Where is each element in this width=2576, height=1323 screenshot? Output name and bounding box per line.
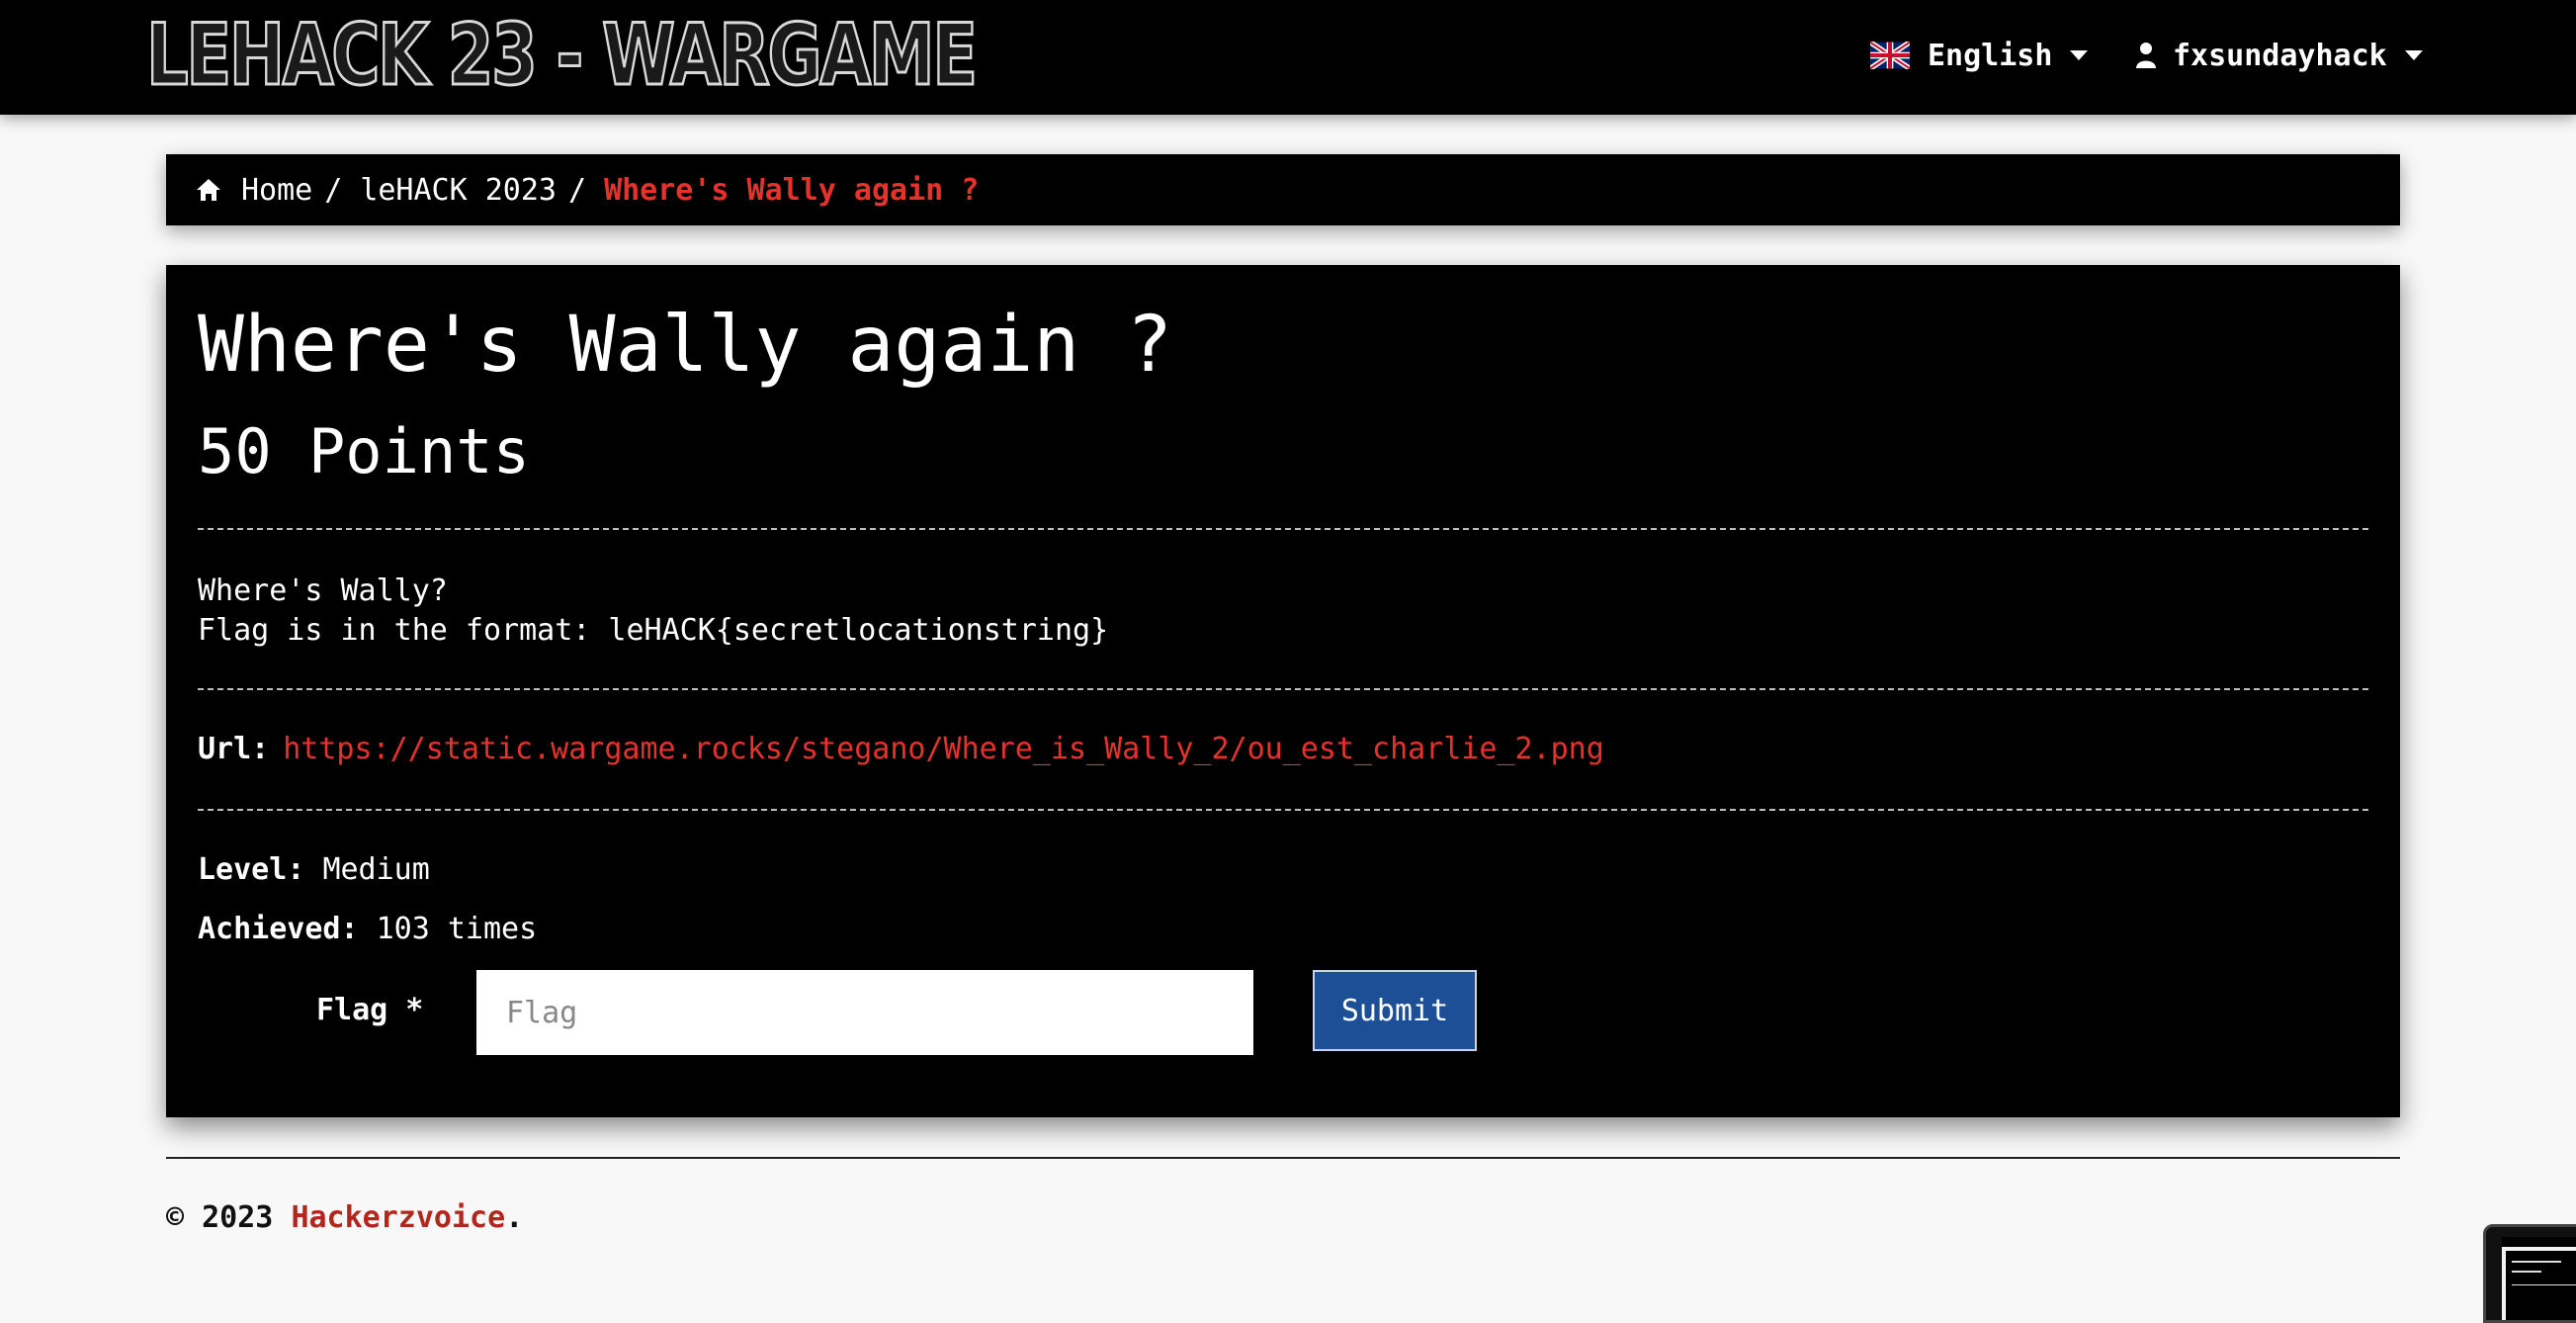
achieved-label: Achieved: bbox=[198, 912, 359, 946]
challenge-description: Where's Wally? Flag is in the format: le… bbox=[198, 572, 1108, 651]
challenge-points: 50 Points bbox=[198, 415, 530, 487]
home-icon bbox=[197, 179, 220, 201]
thumbnail-line bbox=[2512, 1271, 2541, 1273]
thumbnail-navbar bbox=[2502, 1237, 2576, 1247]
divider bbox=[198, 528, 2368, 530]
site-logo[interactable]: LEHACK 23 - WARGAME bbox=[145, 5, 979, 107]
user-icon bbox=[2136, 43, 2156, 68]
thumbnail-preview bbox=[2502, 1237, 2576, 1320]
screenshot-thumbnail[interactable] bbox=[2483, 1224, 2576, 1323]
flag-input[interactable] bbox=[476, 970, 1253, 1055]
divider bbox=[198, 809, 2368, 811]
breadcrumb-home-link[interactable]: Home bbox=[241, 173, 312, 208]
caret-down-icon bbox=[2404, 50, 2423, 60]
footer-company-link[interactable]: Hackerzvoice bbox=[291, 1200, 505, 1235]
top-navbar: LEHACK 23 - WARGAME English fxsundayhack bbox=[0, 0, 2576, 115]
thumbnail-line bbox=[2512, 1284, 2576, 1285]
language-dropdown[interactable]: English bbox=[1870, 0, 2089, 111]
caret-down-icon bbox=[2070, 50, 2089, 60]
username-label: fxsundayhack bbox=[2173, 38, 2387, 73]
url-label: Url: bbox=[198, 732, 270, 766]
challenge-card: Where's Wally again ? 50 Points Where's … bbox=[166, 265, 2400, 1117]
challenge-achieved-row: Achieved: 103 times bbox=[198, 912, 537, 946]
description-line-2: Flag is in the format: leHACK{secretloca… bbox=[198, 613, 1109, 648]
footer: © 2023 Hackerzvoice. bbox=[166, 1200, 523, 1235]
achieved-value: 103 times bbox=[376, 912, 538, 946]
footer-divider bbox=[166, 1157, 2400, 1159]
language-label: English bbox=[1928, 38, 2053, 73]
breadcrumb-separator: / bbox=[324, 172, 343, 208]
uk-flag-icon bbox=[1870, 42, 1910, 69]
thumbnail-card bbox=[2506, 1251, 2576, 1320]
breadcrumb-current: Where's Wally again ? bbox=[604, 172, 980, 208]
level-value: Medium bbox=[322, 852, 430, 887]
level-label: Level: bbox=[198, 852, 305, 887]
challenge-url-row: Url: https://static.wargame.rocks/stegano… bbox=[198, 732, 1604, 766]
submit-button[interactable]: Submit bbox=[1313, 970, 1477, 1051]
challenge-url-link[interactable]: https://static.wargame.rocks/stegano/Whe… bbox=[283, 732, 1604, 766]
footer-copyright: © 2023 bbox=[166, 1200, 274, 1235]
breadcrumb: Home / leHACK 2023 / Where's Wally again… bbox=[166, 154, 2400, 225]
thumbnail-line bbox=[2512, 1261, 2561, 1263]
breadcrumb-section-link[interactable]: leHACK 2023 bbox=[360, 173, 557, 208]
user-dropdown[interactable]: fxsundayhack bbox=[2135, 0, 2423, 111]
challenge-title: Where's Wally again ? bbox=[198, 301, 1173, 390]
footer-suffix: . bbox=[505, 1200, 524, 1235]
challenge-level-row: Level: Medium bbox=[198, 852, 430, 887]
breadcrumb-separator: / bbox=[568, 172, 587, 208]
divider bbox=[198, 688, 2368, 690]
description-line-1: Where's Wally? bbox=[198, 573, 448, 608]
flag-label: Flag * bbox=[316, 993, 424, 1027]
